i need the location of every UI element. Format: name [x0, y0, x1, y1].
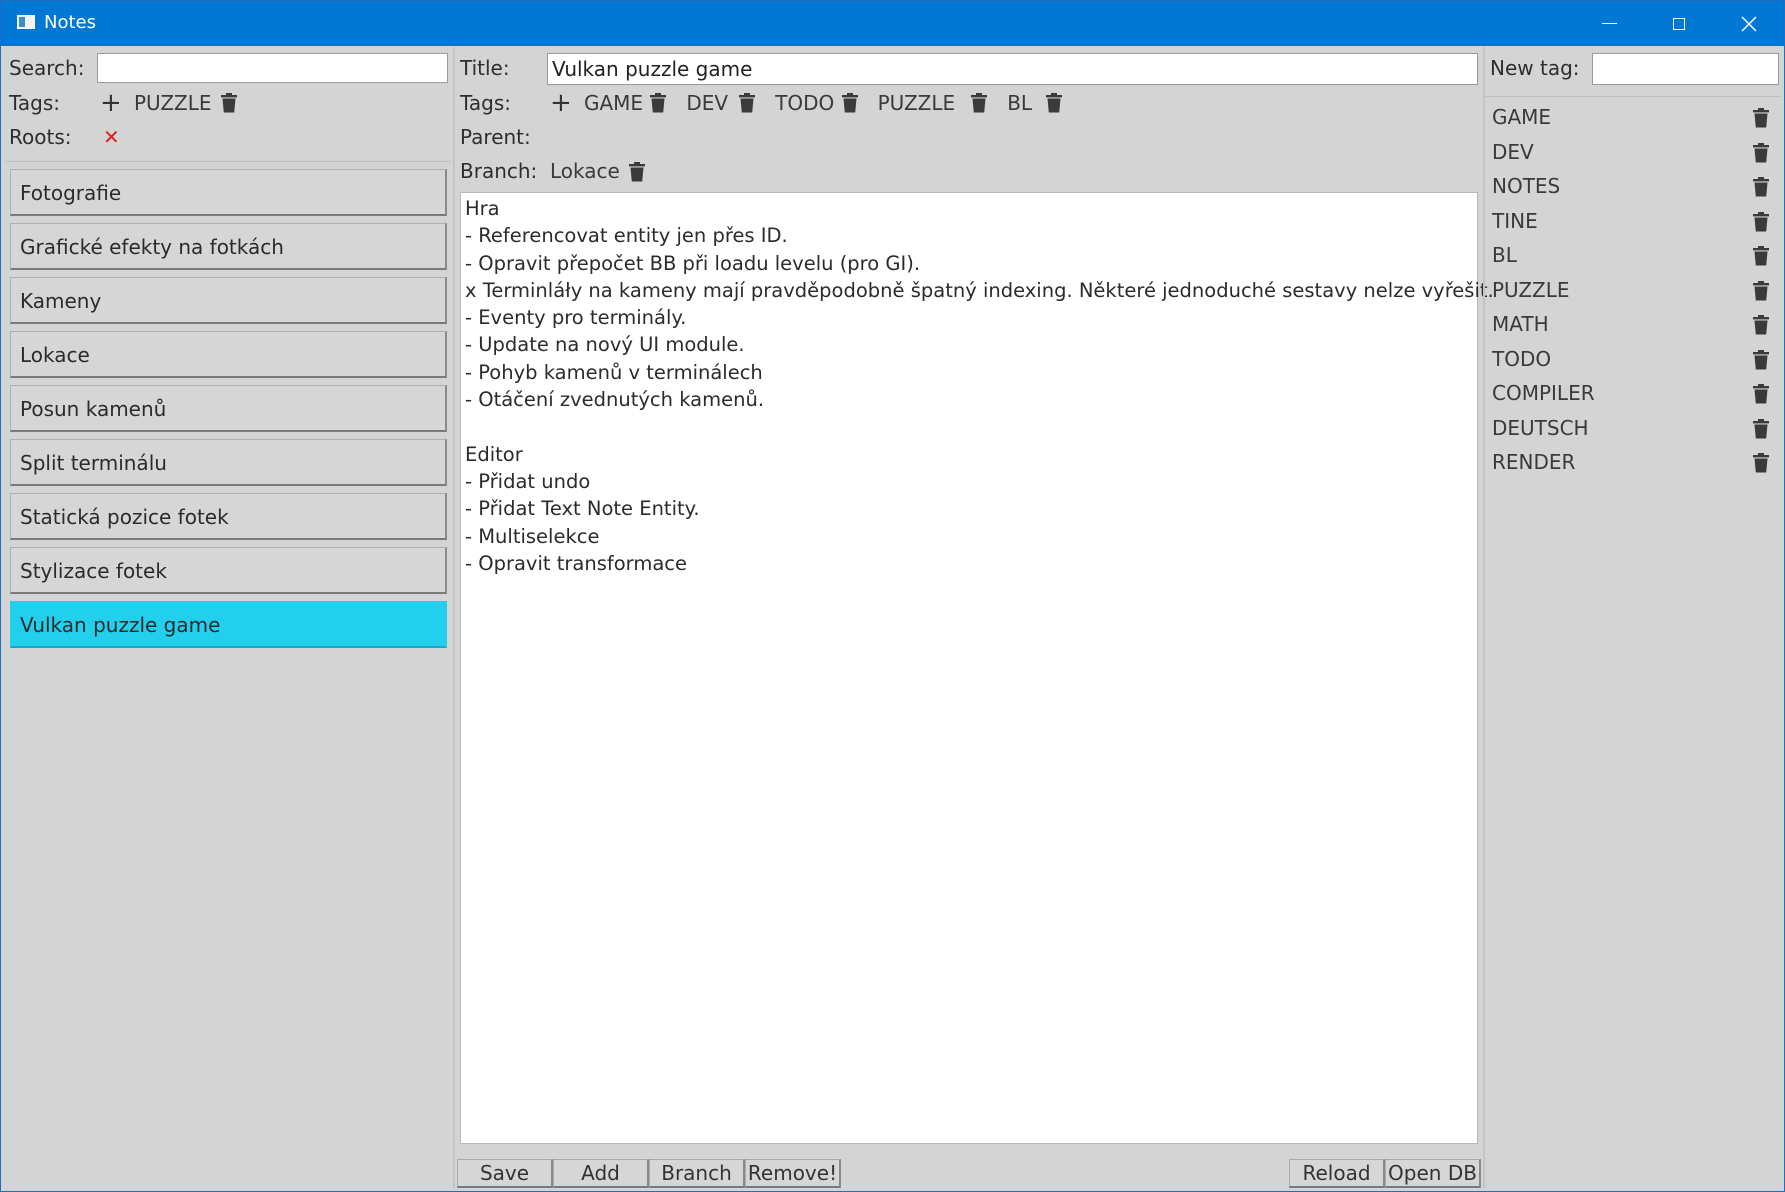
trash-icon[interactable]	[221, 93, 237, 113]
trash-icon[interactable]	[1753, 211, 1769, 232]
close-icon	[1741, 15, 1757, 32]
save-button[interactable]: Save	[457, 1159, 553, 1188]
note-body-editor[interactable]: Hra - Referencovat entity jen přes ID. -…	[460, 192, 1494, 1144]
trash-icon[interactable]	[1753, 108, 1769, 128]
tag-list-item[interactable]: DEUTSCH	[1492, 416, 1589, 440]
trash-icon[interactable]	[1753, 349, 1769, 370]
title-label: Title:	[460, 56, 510, 80]
note-list-item[interactable]: Grafické efekty na fotkách	[10, 223, 447, 270]
minimize-icon	[1601, 23, 1617, 24]
filter-tags-label: Tags:	[9, 91, 61, 115]
notes-window: Notes Search: Tags: + PUZZLE Roots: ✕ Ti…	[0, 0, 1785, 1192]
note-list-item[interactable]: Kameny	[10, 277, 447, 324]
add-button[interactable]: Add	[553, 1159, 649, 1188]
note-list-item[interactable]: Split terminálu	[10, 439, 447, 486]
reload-button[interactable]: Reload	[1289, 1159, 1385, 1188]
search-input[interactable]	[97, 53, 448, 83]
panel-separator[interactable]	[453, 47, 455, 1188]
open-db-button[interactable]: Open DB	[1385, 1159, 1481, 1188]
note-list-item[interactable]: Vulkan puzzle game	[10, 601, 447, 648]
tag-list-item[interactable]: NOTES	[1492, 174, 1560, 198]
trash-icon[interactable]	[1753, 142, 1769, 163]
note-list-item[interactable]: Statická pozice fotek	[10, 493, 447, 540]
note-tag: BL	[1007, 91, 1033, 115]
trash-icon[interactable]	[841, 93, 858, 113]
trash-icon[interactable]	[1753, 453, 1769, 473]
minimize-button[interactable]	[1574, 1, 1644, 46]
trash-icon[interactable]	[629, 162, 645, 182]
trash-icon[interactable]	[1046, 93, 1063, 113]
trash-icon[interactable]	[1753, 177, 1769, 197]
note-list-item[interactable]: Stylizace fotek	[10, 547, 447, 594]
title-input[interactable]	[547, 53, 1478, 85]
note-tags-label: Tags:	[460, 91, 512, 115]
panel-separator[interactable]	[1483, 47, 1485, 1188]
note-list-item[interactable]: Lokace	[10, 331, 447, 378]
add-note-tag-button[interactable]: +	[550, 90, 572, 116]
app-icon	[17, 15, 35, 29]
search-label: Search:	[9, 56, 85, 80]
remove-button[interactable]: Remove!	[745, 1159, 841, 1188]
title-bar[interactable]: Notes	[1, 1, 1784, 46]
note-body-text[interactable]: Hra - Referencovat entity jen přes ID. -…	[461, 193, 1494, 579]
clear-roots-button[interactable]: ✕	[103, 125, 120, 149]
filter-tag: PUZZLE	[134, 91, 212, 115]
close-window-button[interactable]	[1714, 1, 1784, 46]
divider	[5, 161, 451, 162]
new-tag-input[interactable]	[1592, 53, 1779, 85]
trash-icon[interactable]	[1753, 246, 1769, 266]
tag-list-item[interactable]: MATH	[1492, 312, 1549, 336]
trash-icon[interactable]	[650, 93, 667, 113]
tag-list-item[interactable]: GAME	[1492, 105, 1551, 129]
window-title: Notes	[44, 12, 96, 33]
note-tag: TODO	[775, 91, 835, 115]
trash-icon[interactable]	[1753, 418, 1769, 439]
note-tag: PUZZLE	[877, 91, 956, 115]
tag-list-item[interactable]: TINE	[1492, 209, 1538, 233]
note-tag: DEV	[686, 91, 729, 115]
divider	[1485, 96, 1781, 97]
tag-list-item[interactable]: BL	[1492, 243, 1517, 267]
tag-list-item[interactable]: COMPILER	[1492, 381, 1595, 405]
tag-list-item[interactable]: TODO	[1492, 347, 1551, 371]
trash-icon[interactable]	[1753, 384, 1769, 404]
note-tag: GAME	[584, 91, 644, 115]
branch-button[interactable]: Branch	[649, 1159, 745, 1188]
roots-label: Roots:	[9, 125, 72, 149]
note-list-item[interactable]: Posun kamenů	[10, 385, 447, 432]
tag-list-item[interactable]: RENDER	[1492, 450, 1575, 474]
note-list-item[interactable]: Fotografie	[10, 169, 447, 216]
tag-list-item[interactable]: PUZZLE	[1492, 278, 1570, 302]
new-tag-label: New tag:	[1490, 56, 1580, 80]
trash-icon[interactable]	[739, 93, 756, 113]
plus-icon: +	[100, 88, 122, 118]
maximize-icon	[1673, 17, 1685, 30]
tag-list-item[interactable]: DEV	[1492, 140, 1534, 164]
trash-icon[interactable]	[1753, 280, 1769, 301]
parent-label: Parent:	[460, 125, 531, 149]
trash-icon[interactable]	[971, 93, 988, 113]
maximize-button[interactable]	[1644, 1, 1714, 46]
plus-icon: +	[550, 88, 572, 118]
branch-value: Lokace	[550, 159, 620, 183]
trash-icon[interactable]	[1753, 315, 1769, 335]
branch-label: Branch:	[460, 159, 538, 183]
add-filter-tag-button[interactable]: +	[100, 90, 122, 116]
